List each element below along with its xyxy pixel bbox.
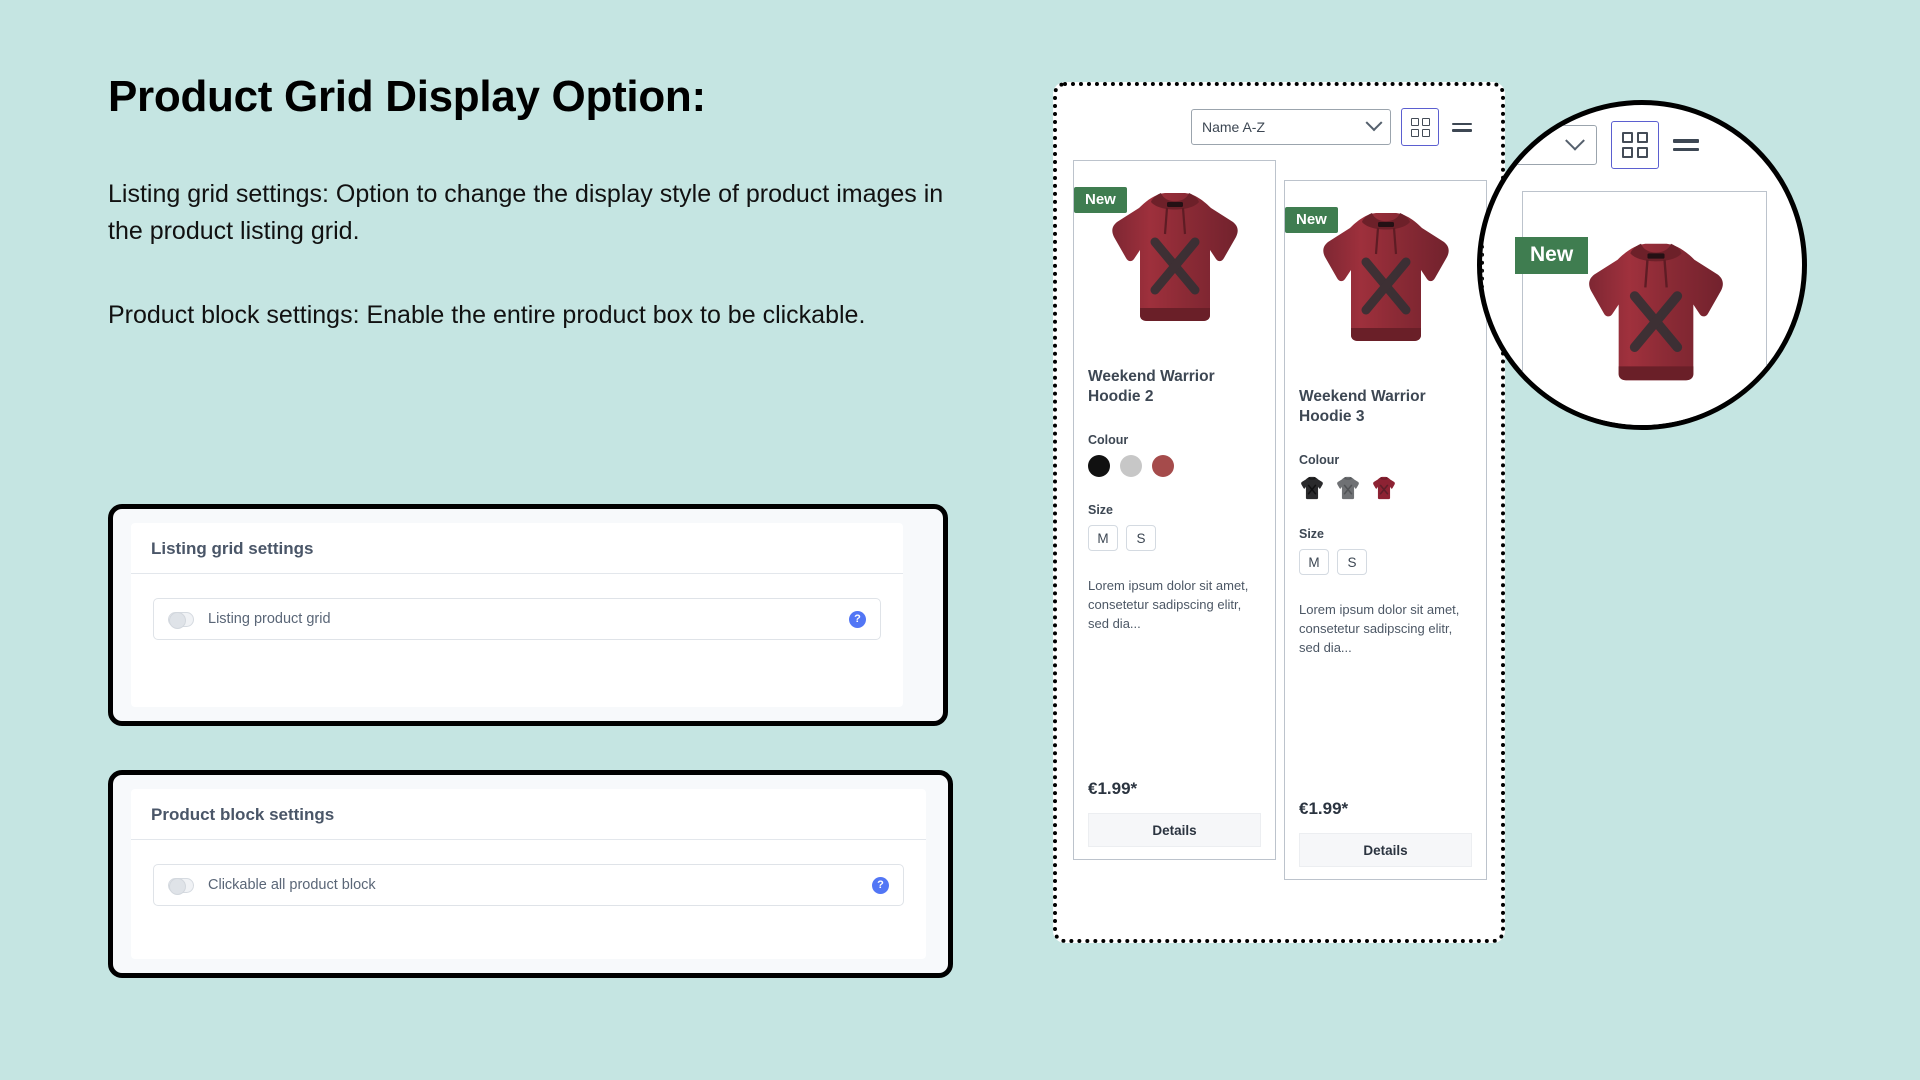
page-title: Product Grid Display Option: bbox=[108, 72, 706, 121]
intro-column: Product Grid Display Option: Listing gri… bbox=[108, 72, 988, 334]
product-name: Weekend Warrior Hoodie 2 bbox=[1088, 368, 1215, 406]
sort-select-value: Name A-Z bbox=[1202, 119, 1266, 135]
colour-label: Colour bbox=[1299, 453, 1340, 468]
product-card[interactable]: New bbox=[1073, 160, 1276, 860]
toggle-clickable-all-product-block[interactable] bbox=[168, 877, 194, 895]
paragraph-product-block: Product block settings: Enable the entir… bbox=[108, 300, 866, 329]
badge-new: New bbox=[1515, 237, 1589, 274]
settings-cards: Listing grid settings Listing product gr… bbox=[108, 504, 958, 978]
colour-swatches bbox=[1299, 475, 1472, 501]
zoom-lens: New bbox=[1477, 100, 1807, 430]
sort-select[interactable]: Name A-Z bbox=[1191, 109, 1391, 145]
size-button-m[interactable]: M bbox=[1088, 525, 1118, 552]
size-button-s[interactable]: S bbox=[1337, 549, 1367, 576]
size-options: M S bbox=[1088, 525, 1261, 552]
chevron-down-icon bbox=[1365, 114, 1383, 132]
colour-swatch-grey[interactable] bbox=[1120, 455, 1142, 478]
lens-sort-select[interactable] bbox=[1482, 125, 1597, 165]
listing-toolbar: Name A-Z bbox=[1071, 104, 1487, 150]
lens-product-card: New bbox=[1515, 191, 1767, 425]
badge-new: New bbox=[1074, 187, 1127, 213]
colour-swatch-black[interactable] bbox=[1088, 455, 1110, 478]
size-label: Size bbox=[1088, 503, 1114, 518]
lens-hoodie-image bbox=[1581, 232, 1731, 397]
paragraph-listing-grid: Listing grid settings: Option to change … bbox=[108, 179, 944, 245]
product-description: Lorem ipsum dolor sit amet, consetetur s… bbox=[1088, 578, 1249, 631]
card-header-product-block: Product block settings bbox=[131, 789, 926, 840]
colour-swatch-red[interactable] bbox=[1152, 455, 1174, 478]
product-card[interactable]: New bbox=[1284, 180, 1487, 880]
setting-row-listing-product-grid[interactable]: Listing product grid ? bbox=[153, 598, 881, 640]
size-button-m[interactable]: M bbox=[1299, 549, 1329, 576]
listing-grid-settings-card: Listing grid settings Listing product gr… bbox=[108, 504, 948, 726]
product-price: €1.99* bbox=[1299, 799, 1349, 818]
size-label: Size bbox=[1299, 527, 1325, 542]
colour-swatches bbox=[1088, 455, 1261, 478]
size-options: M S bbox=[1299, 549, 1472, 576]
size-button-s[interactable]: S bbox=[1126, 525, 1156, 552]
details-button[interactable]: Details bbox=[1088, 813, 1261, 847]
toggle-label-clickable-product-block: Clickable all product block bbox=[208, 877, 376, 893]
grid-view-button[interactable] bbox=[1401, 108, 1439, 146]
grid-view-icon bbox=[1410, 117, 1430, 137]
list-view-icon bbox=[1452, 122, 1472, 132]
chevron-down-icon bbox=[1565, 130, 1585, 151]
colour-thumb-black[interactable] bbox=[1299, 475, 1325, 501]
product-block-settings-card: Product block settings Clickable all pro… bbox=[108, 770, 953, 978]
product-name: Weekend Warrior Hoodie 3 bbox=[1299, 388, 1426, 426]
product-listing-panel: Name A-Z New Weekend Warrior Hoodie 2 Co… bbox=[1053, 82, 1505, 943]
colour-thumb-grey[interactable] bbox=[1335, 475, 1361, 501]
toggle-listing-product-grid[interactable] bbox=[168, 611, 194, 629]
question-mark-icon[interactable]: ? bbox=[872, 876, 889, 894]
question-mark-icon[interactable]: ? bbox=[849, 610, 866, 628]
colour-label: Colour bbox=[1088, 433, 1129, 448]
list-view-button[interactable] bbox=[1449, 112, 1475, 142]
toggle-label-listing-product-grid: Listing product grid bbox=[208, 611, 331, 627]
product-description: Lorem ipsum dolor sit amet, consetetur s… bbox=[1299, 602, 1460, 655]
lens-toolbar bbox=[1482, 121, 1699, 169]
card-header-listing-grid: Listing grid settings bbox=[131, 523, 903, 574]
product-price: €1.99* bbox=[1088, 779, 1138, 798]
setting-row-clickable-product-block[interactable]: Clickable all product block ? bbox=[153, 864, 904, 906]
lens-grid-view-button[interactable] bbox=[1611, 121, 1659, 169]
details-button[interactable]: Details bbox=[1299, 833, 1472, 867]
badge-new: New bbox=[1285, 207, 1338, 233]
lens-list-view-icon[interactable] bbox=[1673, 139, 1699, 151]
product-cards-row: New Weekend Warrior Hoodie 2 Colour Size… bbox=[1071, 160, 1487, 880]
grid-view-icon bbox=[1622, 132, 1648, 158]
colour-thumb-red[interactable] bbox=[1371, 475, 1397, 501]
